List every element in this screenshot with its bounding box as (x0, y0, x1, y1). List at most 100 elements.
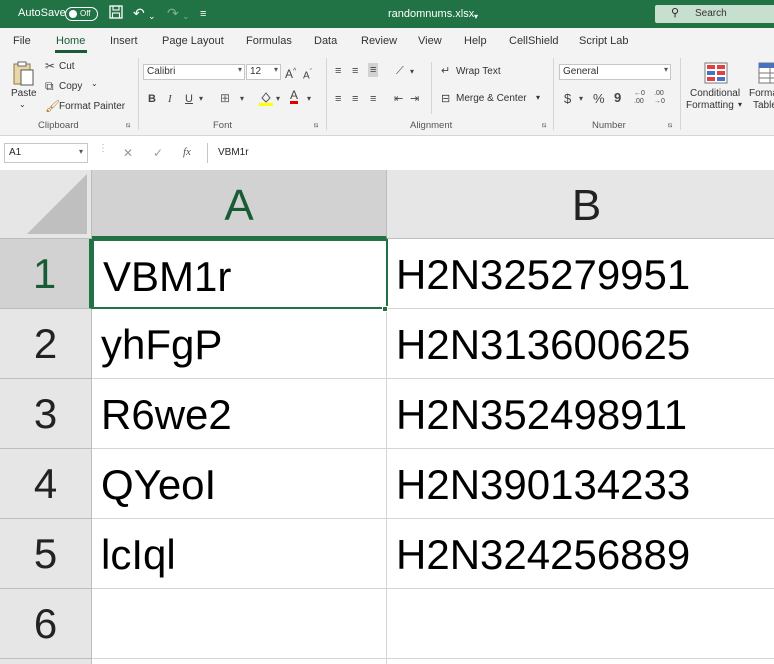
row-header-1[interactable]: 1 (0, 239, 92, 309)
top-align-icon[interactable]: ≡ (335, 64, 341, 78)
cell-a7[interactable] (92, 659, 387, 664)
cell-b2[interactable]: H2N313600625 (387, 309, 774, 379)
cut-icon[interactable]: ✂ (45, 59, 55, 73)
cell-b1[interactable]: H2N325279951 (387, 239, 774, 309)
redo-dropdown-icon[interactable]: ⌄ (182, 8, 190, 24)
borders-dropdown-icon[interactable]: ▾ (240, 92, 244, 106)
fill-color-dropdown-icon[interactable]: ▾ (276, 92, 280, 106)
copy-dropdown-icon[interactable]: ⌄ (91, 79, 98, 88)
decrease-font-size-icon[interactable]: Aˇ (303, 66, 312, 83)
conditional-formatting-button[interactable]: Conditional (690, 88, 740, 99)
row-header-6[interactable]: 6 (0, 589, 92, 659)
cell-a6[interactable] (92, 589, 387, 659)
font-size-dropdown[interactable]: 12 ▾ (246, 64, 281, 80)
cell-a5[interactable]: lcIql (92, 519, 387, 589)
tab-help[interactable]: Help (464, 35, 487, 47)
italic-button[interactable]: I (168, 92, 172, 106)
formula-input[interactable]: VBM1r (207, 143, 774, 163)
fill-color-icon[interactable] (259, 90, 273, 109)
align-center-icon[interactable]: ≡ (352, 92, 358, 106)
tab-script-lab[interactable]: Script Lab (579, 35, 629, 47)
number-launcher-icon[interactable]: ⧅ (668, 122, 672, 130)
merge-dropdown-icon[interactable]: ▾ (536, 93, 540, 102)
align-left-icon[interactable]: ≡ (335, 92, 341, 106)
currency-dropdown-icon[interactable]: ▾ (579, 92, 583, 106)
cell-a3[interactable]: R6we2 (92, 379, 387, 449)
filename-dropdown-icon[interactable]: ▾ (474, 9, 478, 25)
font-color-button[interactable]: A (290, 89, 299, 104)
copy-button[interactable]: Copy (59, 81, 82, 92)
paste-dropdown-icon[interactable]: ⌄ (19, 100, 26, 109)
decrease-indent-icon[interactable]: ⇤ (394, 92, 403, 106)
cell-b5[interactable]: H2N324256889 (387, 519, 774, 589)
tab-insert[interactable]: Insert (110, 35, 138, 47)
cell-a2[interactable]: yhFgP (92, 309, 387, 379)
tab-data[interactable]: Data (314, 35, 337, 47)
underline-dropdown-icon[interactable]: ▾ (199, 92, 203, 106)
redo-icon[interactable]: ↷ (167, 5, 179, 21)
format-painter-icon[interactable]: 🖌 (45, 99, 60, 113)
copy-icon[interactable]: ⧉ (45, 79, 54, 93)
bold-button[interactable]: B (148, 92, 156, 106)
cell-a1[interactable]: VBM1r (92, 239, 388, 309)
underline-button[interactable]: U (185, 92, 193, 106)
formula-bar-grip-icon[interactable]: ⋮ (98, 143, 108, 154)
format-painter-button[interactable]: Format Painter (59, 101, 125, 112)
merge-center-icon[interactable]: ⊟ (441, 92, 450, 106)
fill-handle[interactable] (382, 306, 388, 312)
conditional-formatting-label-line2[interactable]: Formatting (686, 100, 734, 111)
tab-view[interactable]: View (418, 35, 442, 47)
format-as-table-label-line2[interactable]: Table (753, 100, 774, 111)
tab-page-layout[interactable]: Page Layout (162, 35, 224, 47)
save-icon[interactable] (109, 5, 123, 22)
format-as-table-button[interactable]: Forma (749, 88, 774, 99)
tab-file[interactable]: File (13, 35, 31, 47)
undo-icon[interactable]: ↶ (133, 5, 145, 21)
comma-style-button[interactable]: 9 (614, 91, 621, 105)
paste-button[interactable]: Paste (11, 88, 37, 99)
increase-font-size-icon[interactable]: A^ (285, 65, 296, 81)
cell-b6[interactable] (387, 589, 774, 659)
name-box[interactable]: A1 ▾ (4, 143, 88, 163)
conditional-formatting-dropdown-icon[interactable]: ▾ (738, 100, 742, 109)
row-header-4[interactable]: 4 (0, 449, 92, 519)
cancel-icon[interactable]: ✕ (123, 146, 133, 160)
row-header-3[interactable]: 3 (0, 379, 92, 449)
row-header-2[interactable]: 2 (0, 309, 92, 379)
wrap-text-button[interactable]: Wrap Text (456, 66, 501, 77)
tab-formulas[interactable]: Formulas (246, 35, 292, 47)
tab-cellshield[interactable]: CellShield (509, 35, 559, 47)
format-as-table-icon[interactable] (758, 62, 774, 84)
orientation-dropdown-icon[interactable]: ▾ (410, 65, 414, 79)
increase-indent-icon[interactable]: ⇥ (410, 92, 419, 106)
increase-decimal-icon[interactable]: ←0.00 (634, 90, 645, 106)
file-name[interactable]: randomnums.xlsx (388, 8, 474, 20)
currency-button[interactable]: $ (564, 92, 571, 106)
font-launcher-icon[interactable]: ⧅ (314, 122, 318, 130)
search-box[interactable]: ⚲ Search (655, 5, 774, 23)
row-header-5[interactable]: 5 (0, 519, 92, 589)
tab-review[interactable]: Review (361, 35, 397, 47)
percent-button[interactable]: % (593, 92, 605, 106)
decrease-decimal-icon[interactable]: .00 →0 (654, 90, 665, 106)
insert-function-button[interactable]: fx (183, 146, 191, 158)
orientation-icon[interactable]: ⟋ (396, 64, 404, 78)
column-header-b[interactable]: B (387, 170, 774, 239)
paste-icon[interactable] (12, 60, 34, 86)
enter-icon[interactable]: ✓ (153, 146, 163, 160)
cell-a4[interactable]: QYeoI (92, 449, 387, 519)
borders-icon[interactable]: ⊞ (220, 91, 230, 105)
clipboard-launcher-icon[interactable]: ⧅ (126, 122, 130, 130)
cell-b4[interactable]: H2N390134233 (387, 449, 774, 519)
alignment-launcher-icon[interactable]: ⧅ (542, 122, 546, 130)
cell-b7[interactable] (387, 659, 774, 664)
autosave-toggle[interactable]: Off (65, 7, 98, 21)
row-header-7[interactable] (0, 659, 92, 664)
bottom-align-icon[interactable]: ≡ (368, 63, 379, 77)
middle-align-icon[interactable]: ≡ (352, 64, 358, 78)
font-family-dropdown[interactable]: Calibri ▾ (143, 64, 245, 80)
select-all-button[interactable] (0, 170, 92, 239)
font-color-dropdown-icon[interactable]: ▾ (307, 92, 311, 106)
cell-b3[interactable]: H2N352498911 (387, 379, 774, 449)
wrap-text-icon[interactable]: ↵ (441, 64, 450, 78)
